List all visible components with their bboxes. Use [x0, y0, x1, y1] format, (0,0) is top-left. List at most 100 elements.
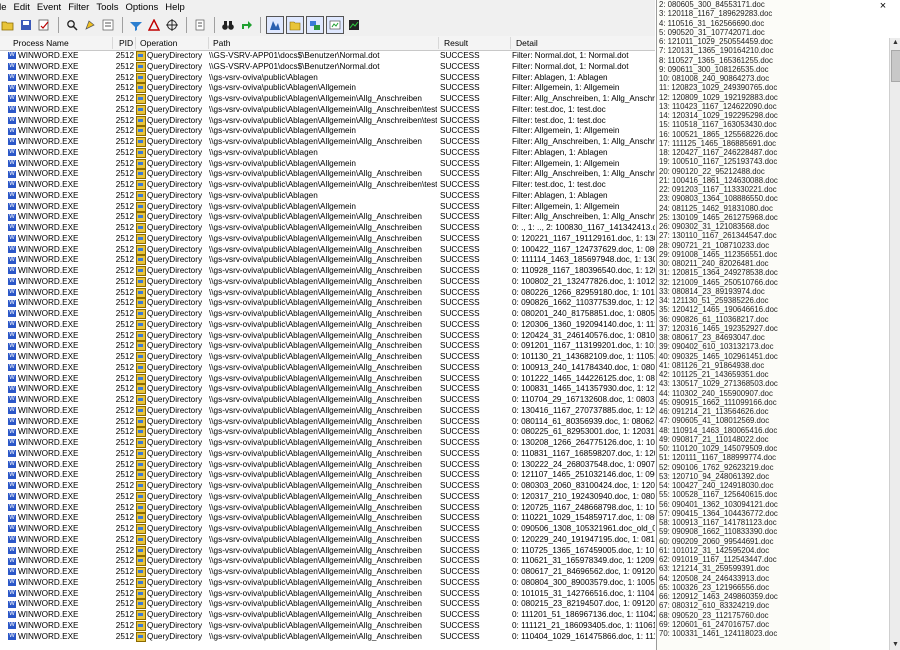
table-row[interactable]: W WINWORD.EXE 2512 QueryDirectory \\gs-vsrv-… [0, 502, 655, 514]
table-row[interactable]: W WINWORD.EXE 2512 QueryDirectory \\gs-vsrv-… [0, 137, 655, 148]
binoculars-icon[interactable] [220, 17, 236, 33]
properties-icon[interactable] [36, 17, 52, 33]
menu-filter[interactable]: Filter [68, 2, 96, 13]
table-row[interactable]: W WINWORD.EXE 2512 QueryDirectory \\gs-vsrv-… [0, 233, 655, 245]
table-row[interactable]: W WINWORD.EXE 2512 QueryDirectory \\gs-vsrv-… [0, 309, 655, 320]
table-row[interactable]: W WINWORD.EXE 2512 QueryDirectory \\gs-vsrv-… [0, 362, 655, 374]
table-row[interactable]: W WINWORD.EXE 2512 QueryDirectory \\gs-vsrv-… [0, 158, 655, 170]
table-row[interactable]: W WINWORD.EXE 2512 QueryDirectory \\gs-vsrv-… [0, 276, 655, 288]
table-row[interactable]: W WINWORD.EXE 2512 QueryDirectory \\gs-vsrv-… [0, 255, 655, 266]
profiling-icon[interactable] [346, 17, 362, 33]
tree-icon[interactable] [192, 17, 208, 33]
table-row[interactable]: W WINWORD.EXE 2512 QueryDirectory \\gs-vsrv-… [0, 599, 655, 610]
table-row[interactable]: W WINWORD.EXE 2512 QueryDirectory \\gs-vsrv-… [0, 298, 655, 309]
table-row[interactable]: W WINWORD.EXE 2512 QueryDirectory \\gs-vsrv-… [0, 491, 655, 503]
table-row[interactable]: W WINWORD.EXE 2512 QueryDirectory \\gs-vsrv-… [0, 438, 655, 449]
table-row[interactable]: W WINWORD.EXE 2512 QueryDirectory \\gs-vsrv-… [0, 631, 655, 643]
table-row[interactable]: W WINWORD.EXE 2512 QueryDirectory \\gs-vsrv-… [0, 83, 655, 94]
table-row[interactable]: W WINWORD.EXE 2512 QueryDirectory \\gs-vsrv-… [0, 201, 655, 213]
table-row[interactable]: W WINWORD.EXE 2512 QueryDirectory \\gs-vsrv-… [0, 169, 655, 180]
column-divider[interactable] [438, 37, 439, 49]
process-icon[interactable] [326, 16, 344, 34]
column-divider[interactable] [135, 37, 136, 49]
file-system-op-icon [136, 276, 146, 287]
table-row[interactable]: W WINWORD.EXE 2512 QueryDirectory \\gs-vsrv-… [0, 416, 655, 428]
word-app-icon: W [8, 503, 16, 511]
table-row[interactable]: W WINWORD.EXE 2512 QueryDirectory \\gs-vsrv-… [0, 115, 655, 127]
table-row[interactable]: W WINWORD.EXE 2512 QueryDirectory \\gs-vsrv-… [0, 384, 655, 395]
close-icon[interactable]: × [876, 0, 890, 12]
table-row[interactable]: W WINWORD.EXE 2512 QueryDirectory \\gs-vsrv-… [0, 448, 655, 460]
target-icon[interactable] [128, 17, 144, 33]
menu-edit[interactable]: Edit [14, 2, 37, 13]
detail-cell: 0: 110831_1167_168598207.doc, 1: 1202 [512, 448, 655, 458]
table-row[interactable]: W WINWORD.EXE 2512 QueryDirectory \\gs-vsrv-… [0, 104, 655, 116]
table-row[interactable]: W WINWORD.EXE 2512 QueryDirectory \\gs-vsrv-… [0, 330, 655, 342]
table-row[interactable]: W WINWORD.EXE 2512 QueryDirectory \\gs-vsrv-… [0, 126, 655, 137]
table-row[interactable]: W WINWORD.EXE 2512 QueryDirectory \\gs-vsrv-… [0, 524, 655, 535]
file-system-icon[interactable] [286, 16, 304, 34]
column-header-result[interactable]: Result [444, 38, 468, 48]
scroll-up-icon[interactable]: ▲ [890, 38, 900, 48]
filter-icon[interactable] [100, 17, 116, 33]
column-divider[interactable] [112, 37, 113, 49]
registry-icon[interactable] [266, 16, 284, 34]
scroll-thumb[interactable] [891, 50, 900, 82]
find-icon[interactable] [64, 17, 80, 33]
open-icon[interactable] [0, 17, 16, 33]
table-row[interactable]: W WINWORD.EXE 2512 QueryDirectory \\gs-vsrv-… [0, 513, 655, 524]
table-row[interactable]: W WINWORD.EXE 2512 QueryDirectory \\gs-vsrv-… [0, 588, 655, 600]
network-icon[interactable] [306, 16, 324, 34]
table-row[interactable]: W WINWORD.EXE 2512 QueryDirectory \\gs-vsrv-… [0, 287, 655, 299]
column-divider[interactable] [510, 37, 511, 49]
menu-help[interactable]: Help [165, 2, 192, 13]
table-row[interactable]: W WINWORD.EXE 2512 QueryDirectory \\GS-VSRV-… [0, 61, 655, 73]
capture-icon[interactable] [146, 17, 162, 33]
table-row[interactable]: W WINWORD.EXE 2512 QueryDirectory \\gs-vsrv-… [0, 534, 655, 546]
table-row[interactable]: W WINWORD.EXE 2512 QueryDirectory \\gs-vsrv-… [0, 72, 655, 84]
menu-event[interactable]: Event [37, 2, 68, 13]
table-row[interactable]: W WINWORD.EXE 2512 QueryDirectory \\gs-vsrv-… [0, 481, 655, 492]
word-app-icon: W [8, 267, 16, 275]
column-header-operation[interactable]: Operation [140, 38, 177, 48]
table-row[interactable]: W WINWORD.EXE 2512 QueryDirectory \\gs-vsrv-… [0, 94, 655, 105]
table-row[interactable]: W WINWORD.EXE 2512 QueryDirectory \\gs-vsrv-… [0, 620, 655, 632]
table-row[interactable]: W WINWORD.EXE 2512 QueryDirectory \\gs-vsrv-… [0, 266, 655, 277]
table-row[interactable]: W WINWORD.EXE 2512 QueryDirectory \\gs-vsrv-… [0, 567, 655, 578]
table-row[interactable]: W WINWORD.EXE 2512 QueryDirectory \\gs-vsrv-… [0, 147, 655, 159]
table-row[interactable]: W WINWORD.EXE 2512 QueryDirectory \\gs-vsrv-… [0, 244, 655, 256]
table-row[interactable]: W WINWORD.EXE 2512 QueryDirectory \\gs-vsrv-… [0, 190, 655, 202]
menu-file[interactable]: ile [0, 2, 14, 13]
save-icon[interactable] [18, 17, 34, 33]
process-name: WINWORD.EXE [18, 470, 79, 480]
table-row[interactable]: W WINWORD.EXE 2512 QueryDirectory \\gs-vsrv-… [0, 341, 655, 352]
table-row[interactable]: W WINWORD.EXE 2512 QueryDirectory \\gs-vsrv-… [0, 395, 655, 406]
table-row[interactable]: W WINWORD.EXE 2512 QueryDirectory \\gs-vsrv-… [0, 470, 655, 481]
table-row[interactable]: W WINWORD.EXE 2512 QueryDirectory \\gs-vsrv-… [0, 545, 655, 557]
scroll-down-icon[interactable]: ▼ [890, 640, 900, 650]
column-divider[interactable] [208, 37, 209, 49]
table-row[interactable]: W WINWORD.EXE 2512 QueryDirectory \\GS-VSRV-… [0, 51, 655, 62]
table-row[interactable]: W WINWORD.EXE 2512 QueryDirectory \\gs-vsrv-… [0, 427, 655, 438]
table-row[interactable]: W WINWORD.EXE 2512 QueryDirectory \\gs-vsrv-… [0, 556, 655, 567]
column-header-detail[interactable]: Detail [516, 38, 538, 48]
table-row[interactable]: W WINWORD.EXE 2512 QueryDirectory \\gs-vsrv-… [0, 577, 655, 589]
column-header-pid[interactable]: PID [119, 38, 133, 48]
table-row[interactable]: W WINWORD.EXE 2512 QueryDirectory \\gs-vsrv-… [0, 459, 655, 471]
table-row[interactable]: W WINWORD.EXE 2512 QueryDirectory \\gs-vsrv-… [0, 223, 655, 234]
table-row[interactable]: W WINWORD.EXE 2512 QueryDirectory \\gs-vsrv-… [0, 610, 655, 621]
column-header-path[interactable]: Path [213, 38, 231, 48]
highlight-icon[interactable] [82, 17, 98, 33]
jump-icon[interactable] [238, 17, 254, 33]
vertical-scrollbar[interactable]: ▲ ▼ [889, 38, 900, 650]
table-row[interactable]: W WINWORD.EXE 2512 QueryDirectory \\gs-vsrv-… [0, 405, 655, 417]
table-row[interactable]: W WINWORD.EXE 2512 QueryDirectory \\gs-vsrv-… [0, 319, 655, 331]
table-row[interactable]: W WINWORD.EXE 2512 QueryDirectory \\gs-vsrv-… [0, 180, 655, 191]
table-row[interactable]: W WINWORD.EXE 2512 QueryDirectory \\gs-vsrv-… [0, 352, 655, 363]
menu-options[interactable]: Options [126, 2, 166, 13]
table-row[interactable]: W WINWORD.EXE 2512 QueryDirectory \\gs-vsrv-… [0, 373, 655, 385]
table-row[interactable]: W WINWORD.EXE 2512 QueryDirectory \\gs-vsrv-… [0, 212, 655, 223]
column-header-process[interactable]: Process Name [13, 38, 69, 48]
menu-tools[interactable]: Tools [96, 2, 125, 13]
crosshair-icon[interactable] [164, 17, 180, 33]
